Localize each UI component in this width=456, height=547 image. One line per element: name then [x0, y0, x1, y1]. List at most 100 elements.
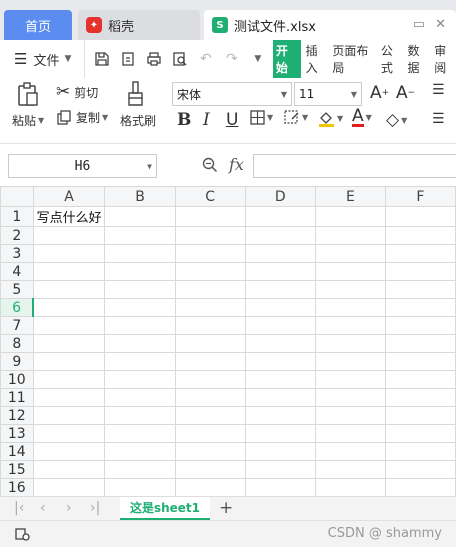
align-left-icon[interactable]: ☰ — [432, 111, 445, 127]
cell-e9[interactable] — [314, 352, 386, 371]
cell-d5[interactable] — [244, 280, 316, 299]
cell-f13[interactable] — [384, 424, 456, 443]
cell-b8[interactable] — [104, 334, 176, 353]
cell-b4[interactable] — [104, 262, 176, 281]
prev-sheet-icon[interactable]: ‹ — [40, 500, 46, 516]
column-header-c[interactable]: C — [174, 186, 246, 207]
cell-a13[interactable] — [32, 424, 106, 443]
align-top-icon[interactable]: ☰ — [432, 82, 445, 98]
cell-d12[interactable] — [244, 406, 316, 425]
cell-a1[interactable]: 写点什么好 — [32, 206, 106, 227]
decrease-font-size-icon[interactable]: A − — [396, 83, 415, 103]
export-pdf-icon[interactable] — [119, 50, 137, 68]
cell-c1[interactable] — [174, 206, 246, 227]
cell-a10[interactable] — [32, 370, 106, 389]
row-header-2[interactable]: 2 — [0, 226, 34, 245]
cell-a5[interactable] — [32, 280, 106, 299]
column-header-a[interactable]: A — [32, 186, 106, 207]
add-sheet-button[interactable]: + — [219, 498, 233, 518]
cell-f4[interactable] — [384, 262, 456, 281]
cell-b3[interactable] — [104, 244, 176, 263]
cell-c15[interactable] — [174, 460, 246, 479]
first-sheet-icon[interactable]: |‹ — [14, 500, 24, 516]
cell-e2[interactable] — [314, 226, 386, 245]
cell-d15[interactable] — [244, 460, 316, 479]
cell-b7[interactable] — [104, 316, 176, 335]
cell-d13[interactable] — [244, 424, 316, 443]
row-header-1[interactable]: 1 — [0, 206, 34, 227]
column-header-e[interactable]: E — [314, 186, 386, 207]
cell-d16[interactable] — [244, 478, 316, 496]
tab-data[interactable]: 数据 — [408, 42, 430, 76]
cell-e6[interactable] — [314, 298, 386, 317]
print-preview-icon[interactable] — [171, 50, 189, 68]
cell-c11[interactable] — [174, 388, 246, 407]
chevron-down-icon[interactable]: ▼ — [249, 50, 267, 68]
cell-c14[interactable] — [174, 442, 246, 461]
print-icon[interactable] — [145, 50, 163, 68]
cell-e14[interactable] — [314, 442, 386, 461]
cell-b9[interactable] — [104, 352, 176, 371]
cell-d6[interactable] — [244, 298, 316, 317]
cell-c9[interactable] — [174, 352, 246, 371]
column-header-b[interactable]: B — [104, 186, 176, 207]
cell-b11[interactable] — [104, 388, 176, 407]
cell-a11[interactable] — [32, 388, 106, 407]
cell-b5[interactable] — [104, 280, 176, 299]
bold-icon[interactable]: B — [177, 110, 191, 130]
cell-a16[interactable] — [32, 478, 106, 496]
row-header-11[interactable]: 11 — [0, 388, 34, 407]
paste-button[interactable]: 粘贴 ▼ — [12, 112, 44, 129]
cell-d9[interactable] — [244, 352, 316, 371]
cell-d8[interactable] — [244, 334, 316, 353]
copy-button[interactable]: 复制 ▼ — [56, 109, 108, 126]
row-header-14[interactable]: 14 — [0, 442, 34, 461]
row-header-4[interactable]: 4 — [0, 262, 34, 281]
formula-input[interactable] — [253, 154, 456, 178]
cell-a4[interactable] — [32, 262, 106, 281]
cell-d11[interactable] — [244, 388, 316, 407]
column-header-f[interactable]: F — [384, 186, 456, 207]
cell-c7[interactable] — [174, 316, 246, 335]
row-header-13[interactable]: 13 — [0, 424, 34, 443]
cell-a8[interactable] — [32, 334, 106, 353]
zoom-search-icon[interactable] — [202, 157, 218, 177]
macro-icon[interactable] — [14, 526, 30, 546]
cell-e7[interactable] — [314, 316, 386, 335]
increase-font-size-icon[interactable]: A + — [370, 83, 389, 103]
cell-c3[interactable] — [174, 244, 246, 263]
cell-a2[interactable] — [32, 226, 106, 245]
font-name-select[interactable]: 宋体 ▼ — [172, 82, 292, 106]
cell-f16[interactable] — [384, 478, 456, 496]
tab-page-layout[interactable]: 页面布局 — [332, 42, 375, 76]
monitor-icon[interactable]: ▭ — [413, 17, 425, 32]
italic-icon[interactable]: I — [203, 110, 210, 130]
tab-daoke[interactable]: ✦ 稻壳 — [78, 10, 200, 40]
cell-d14[interactable] — [244, 442, 316, 461]
tab-home-ribbon[interactable]: 开始 — [272, 40, 301, 78]
cell-b2[interactable] — [104, 226, 176, 245]
underline-icon[interactable]: U — [226, 110, 238, 130]
fill-color-button[interactable]: ▼ — [318, 110, 343, 127]
cell-e8[interactable] — [314, 334, 386, 353]
cell-e5[interactable] — [314, 280, 386, 299]
save-icon[interactable] — [93, 50, 111, 68]
cell-e10[interactable] — [314, 370, 386, 389]
cell-c5[interactable] — [174, 280, 246, 299]
cell-f15[interactable] — [384, 460, 456, 479]
tab-home[interactable]: 首页 — [4, 10, 72, 40]
cut-button[interactable]: ✂ 剪切 — [56, 82, 98, 102]
cell-e4[interactable] — [314, 262, 386, 281]
cell-f5[interactable] — [384, 280, 456, 299]
cell-b6[interactable] — [104, 298, 176, 317]
last-sheet-icon[interactable]: ›| — [90, 500, 100, 516]
column-header-d[interactable]: D — [244, 186, 316, 207]
cell-e11[interactable] — [314, 388, 386, 407]
select-all-corner[interactable] — [0, 186, 34, 207]
cell-c12[interactable] — [174, 406, 246, 425]
cell-a9[interactable] — [32, 352, 106, 371]
cell-f1[interactable] — [384, 206, 456, 227]
cell-f3[interactable] — [384, 244, 456, 263]
cell-f11[interactable] — [384, 388, 456, 407]
cell-b10[interactable] — [104, 370, 176, 389]
